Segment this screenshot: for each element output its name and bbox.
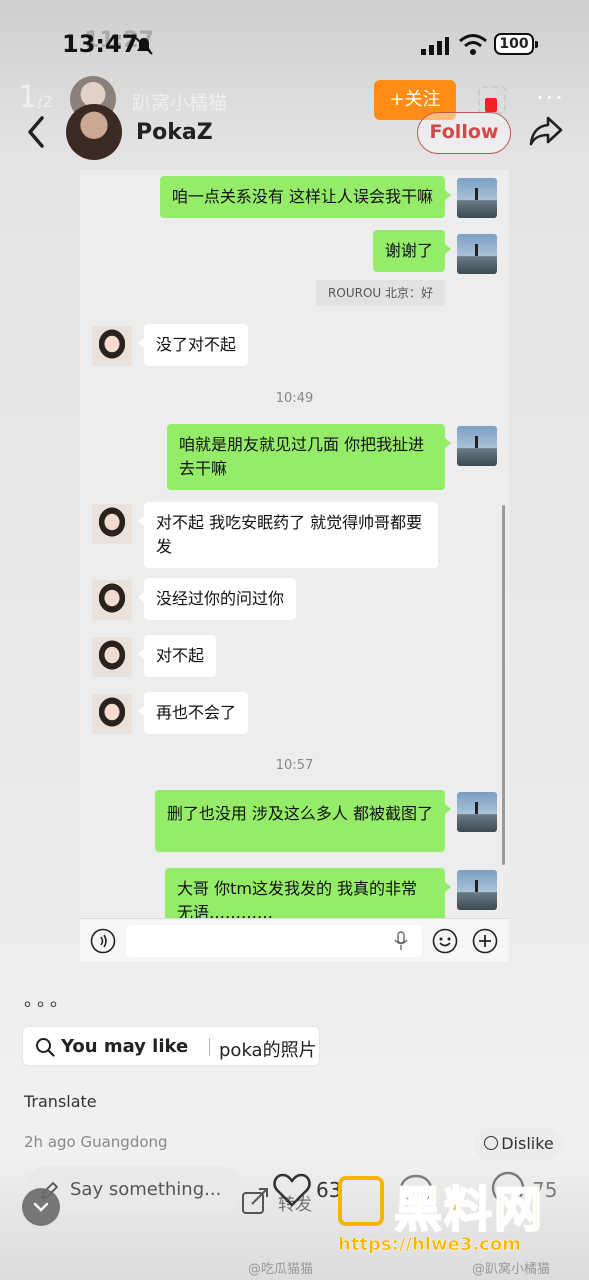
message-row-incoming: 没经过你的问过你 [80,578,509,622]
watermark-url: https://hlwe3.com [338,1234,521,1256]
post-meta: 2h ago Guangdong [24,1133,168,1151]
follow-button[interactable]: Follow [417,112,511,154]
voice-icon [90,928,116,954]
message-row-outgoing: 咱就是朋友就见过几面 你把我扯进去干嘛 [80,424,509,490]
message-row-outgoing: 大哥 你tm这发我发的 我真的非常无语………… [80,868,509,934]
avatar-outgoing [457,792,497,832]
like-icon[interactable] [272,1172,312,1208]
message-row-outgoing: 谢谢了 [80,230,509,274]
may-like-label: You may like [61,1036,189,1057]
emoji-icon [432,928,458,954]
more-options-button[interactable]: ··· [536,84,565,112]
avatar-outgoing [457,426,497,466]
quoted-message: ROUROU 北京：好 [316,280,445,306]
avatar-outgoing [457,178,497,218]
page-indicator: 1/2 [18,80,53,115]
message-bubble-outgoing: 删了也没用 涉及这么多人 都被截图了 [154,790,452,852]
watermark-logo: 黑料网 [338,1170,578,1239]
wifi-icon [459,34,487,55]
signal-icon [421,37,449,55]
post-caption: 。。。 [24,990,72,1011]
you-may-like-search[interactable]: You may like poka的照片 [22,1026,320,1066]
message-row-outgoing: 咱一点关系没有 这样让人误会我干嘛 [80,176,509,220]
user-name[interactable]: PokaZ [136,120,213,145]
mic-icon [394,931,408,950]
message-row-incoming: 对不起 我吃安眠药了 就觉得帅哥都要发 [80,502,509,568]
back-icon[interactable] [22,114,52,150]
chat-scrollbar [502,505,505,865]
red-packet-icon[interactable] [478,86,506,114]
avatar-incoming [92,580,132,620]
avatar-incoming [92,637,132,677]
message-bubble-incoming: 再也不会了 [137,692,249,734]
message-row-incoming: 对不起 [80,635,509,679]
message-bubble-outgoing: 谢谢了 [372,230,452,272]
chat-timestamp: 10:57 [275,758,314,773]
search-icon [36,1038,55,1057]
plus-icon [472,928,498,954]
avatar[interactable] [66,104,122,160]
avatar-outgoing [457,234,497,274]
message-row-incoming: 再也不会了 [80,692,509,736]
ghost-username: 趴窝小橘猫 [132,92,228,114]
battery-indicator: 100 [494,33,538,55]
share-icon[interactable] [528,114,564,148]
chat-timestamp: 10:49 [275,391,314,406]
repost-icon[interactable] [240,1186,270,1216]
chat-input-box [126,925,422,957]
bell-icon [135,37,153,55]
chat-input-bar [80,918,509,962]
message-row-outgoing: 删了也没用 涉及这么多人 都被截图了 [80,790,509,854]
avatar-outgoing [457,870,497,910]
watermark-logo-text: 黑料网 [393,1181,545,1239]
avatar-incoming [92,326,132,366]
comment-placeholder: Say something... [70,1179,222,1200]
dislike-icon [484,1136,499,1150]
message-bubble-incoming: 没了对不起 [137,324,249,366]
message-bubble-incoming: 对不起 我吃安眠药了 就觉得帅哥都要发 [138,502,438,568]
message-bubble-outgoing: 咱就是朋友就见过几面 你把我扯进去干嘛 [167,424,451,490]
translate-link[interactable]: Translate [24,1092,97,1111]
chevron-down-icon [33,1202,49,1212]
watermark-handle-right: @趴窝小橘猫 [472,1262,551,1277]
may-like-query: poka的照片 [219,1040,317,1061]
avatar-incoming [92,504,132,544]
message-bubble-outgoing: 咱一点关系没有 这样让人误会我干嘛 [159,176,452,218]
message-row-incoming: 没了对不起 [80,324,509,368]
dislike-label: Dislike [501,1134,554,1153]
collapse-button[interactable] [22,1188,60,1226]
status-time: 13:47 [62,30,139,58]
avatar-incoming [92,694,132,734]
message-bubble-incoming: 没经过你的问过你 [137,578,297,620]
watermark-logo-box [338,1176,384,1226]
divider [209,1038,210,1056]
message-bubble-incoming: 对不起 [137,635,217,677]
watermark-handle-left: @吃瓜猫猫 [248,1262,314,1277]
chat-screenshot: 咱一点关系没有 这样让人误会我干嘛 谢谢了 ROUROU 北京：好 没了对不起 … [80,170,509,962]
quote-row: ROUROU 北京：好 [80,280,509,308]
